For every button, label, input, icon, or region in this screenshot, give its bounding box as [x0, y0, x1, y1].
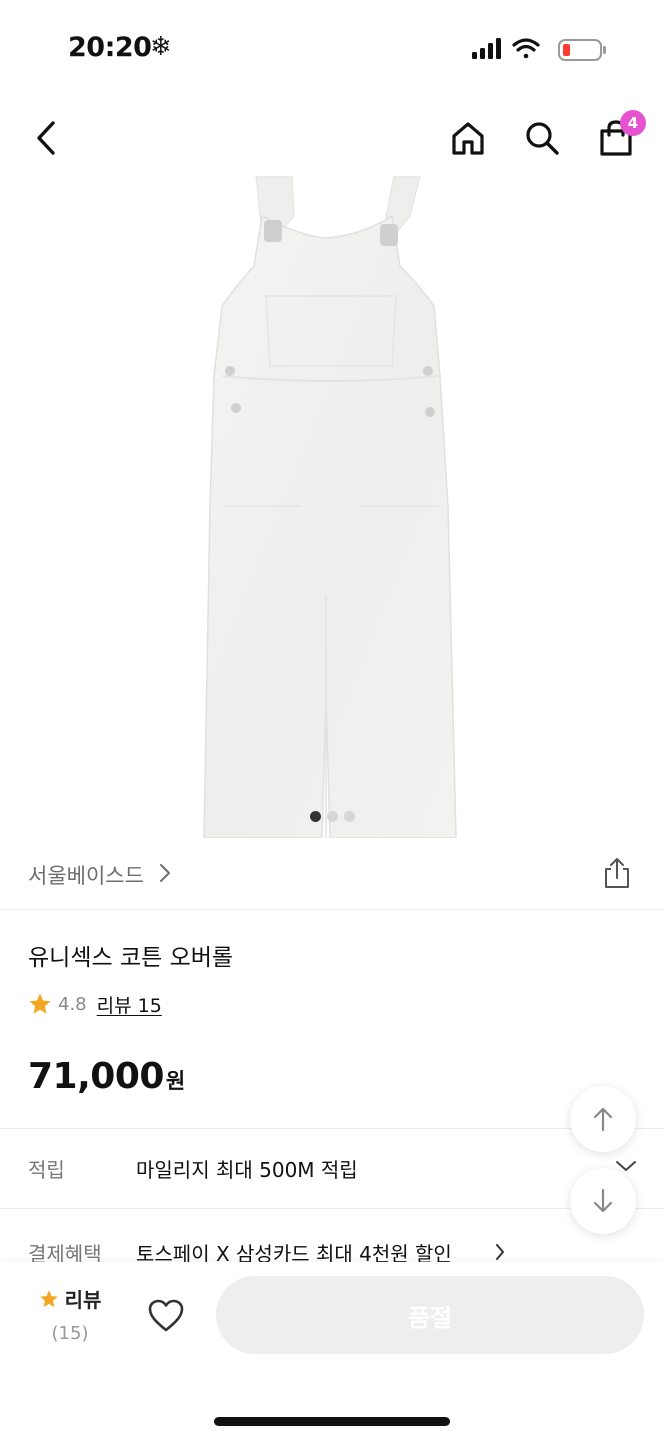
product-image[interactable] — [0, 176, 664, 838]
status-time: 20:20 — [68, 32, 152, 63]
star-icon — [29, 993, 51, 1014]
cart-button[interactable]: 4 — [590, 110, 646, 164]
bottom-action-bar: 리뷰 (15) 품절 — [0, 1262, 664, 1440]
cart-count-badge: 4 — [620, 110, 646, 136]
arrow-down-icon — [593, 1188, 613, 1213]
arrow-up-icon — [593, 1107, 613, 1132]
back-button[interactable] — [20, 112, 72, 164]
sold-out-button[interactable]: 품절 — [216, 1276, 644, 1354]
scroll-top-button[interactable] — [570, 1086, 636, 1152]
status-bar: 20:20 ❄ — [0, 0, 664, 100]
nav-bar: 4 — [0, 100, 664, 176]
cellular-signal-icon — [472, 38, 501, 59]
bottom-review-count: (15) — [51, 1323, 89, 1344]
status-icons — [472, 36, 610, 64]
home-indicator — [214, 1417, 450, 1426]
product-title: 유니섹스 코튼 오버롤 — [28, 945, 234, 971]
pagination-dot[interactable] — [327, 811, 338, 822]
chevron-left-icon — [37, 121, 55, 155]
pagination-dot[interactable] — [344, 811, 355, 822]
search-button[interactable] — [516, 112, 568, 164]
rating-value: 4.8 — [58, 993, 87, 1015]
chevron-right-icon — [496, 1244, 504, 1260]
search-icon — [526, 122, 559, 155]
snowflake-icon: ❄ — [150, 32, 172, 62]
overall-garment-image — [203, 176, 457, 838]
heart-icon — [148, 1299, 184, 1332]
pagination-dot[interactable] — [310, 811, 321, 822]
home-button[interactable] — [442, 112, 494, 164]
wifi-icon — [512, 38, 540, 59]
brand-link[interactable]: 서울베이스드 — [28, 860, 144, 890]
chevron-right-icon — [160, 864, 170, 882]
scroll-bottom-button[interactable] — [570, 1168, 636, 1234]
wishlist-button[interactable] — [146, 1296, 186, 1336]
price-row: 71,000 원 — [28, 1056, 185, 1097]
brand-row: 서울베이스드 — [0, 838, 664, 910]
review-count-link[interactable]: 리뷰 15 — [97, 991, 162, 1018]
price-unit: 원 — [165, 1069, 186, 1093]
rating-row: 4.8 리뷰 15 — [28, 990, 162, 1018]
star-icon — [39, 1289, 58, 1307]
mileage-value: 마일리지 최대 500M 적립 — [136, 1158, 358, 1182]
bottom-review-label: 리뷰 — [64, 1288, 102, 1312]
home-icon — [452, 122, 484, 155]
share-button[interactable] — [600, 856, 634, 890]
price: 71,000 — [28, 1056, 164, 1097]
payment-value: 토스페이 X 삼성카드 최대 4천원 할인 — [136, 1242, 452, 1262]
image-pagination-dots — [310, 811, 355, 822]
payment-benefit-row[interactable]: 결제혜택 토스페이 X 삼성카드 최대 4천원 할인 — [0, 1208, 664, 1262]
mileage-row[interactable]: 적립 마일리지 최대 500M 적립 — [0, 1128, 664, 1208]
bottom-review-button[interactable]: 리뷰 (15) — [34, 1284, 106, 1344]
payment-label: 결제혜택 — [28, 1242, 102, 1262]
mileage-label: 적립 — [28, 1158, 65, 1182]
share-icon — [605, 858, 629, 888]
battery-icon — [558, 39, 606, 61]
